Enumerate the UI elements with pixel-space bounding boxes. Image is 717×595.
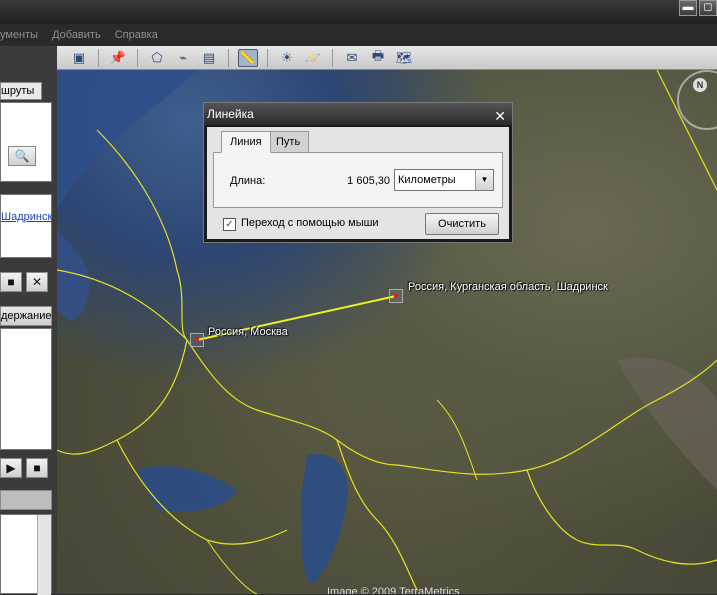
search-results-panel <box>0 102 52 182</box>
ruler-tab-panel: Длина: 1 605,30 Километры ▼ <box>213 152 503 208</box>
path-icon[interactable]: ⌁ <box>173 49 193 67</box>
mouse-navigation-label[interactable]: Переход с помощью мыши <box>241 217 379 229</box>
stop-button[interactable]: ■ <box>0 272 22 292</box>
title-bar: ▬ ◻ <box>0 0 717 24</box>
mouse-navigation-checkbox[interactable]: ✓ <box>223 218 236 231</box>
minimize-button[interactable]: ▬ <box>679 0 697 16</box>
planet-icon[interactable]: 🪐 <box>303 49 323 67</box>
copyright-text: Image © 2009 TerraMetrics <box>327 586 460 594</box>
menu-add[interactable]: Добавить <box>52 29 101 41</box>
overlay-icon[interactable]: ▤ <box>199 49 219 67</box>
length-value: 1 605,30 <box>347 175 390 187</box>
maps-icon[interactable]: 🗺 <box>394 49 414 67</box>
placemark-icon[interactable]: 📌 <box>108 49 128 67</box>
stop-icon: ■ <box>33 461 41 475</box>
layers-header[interactable] <box>0 490 52 510</box>
chevron-down-icon[interactable]: ▼ <box>475 170 493 190</box>
ruler-title-text: Линейка <box>207 107 254 121</box>
ruler-body: Линия Путь Длина: 1 605,30 Километры ▼ ✓… <box>207 127 509 239</box>
routes-tab[interactable]: шруты <box>0 82 42 100</box>
window-controls: ▬ ◻ <box>679 0 717 16</box>
layers-list <box>0 514 52 595</box>
unit-select-value: Километры <box>398 174 456 186</box>
close-icon: ✕ <box>31 275 43 289</box>
tab-line[interactable]: Линия <box>221 131 271 153</box>
sunlight-icon[interactable]: ☀ <box>277 49 297 67</box>
toolbar-separator <box>332 48 333 67</box>
placemark-dot <box>394 294 398 298</box>
layers-panel <box>0 328 52 450</box>
menu-help[interactable]: Справка <box>115 29 158 41</box>
placemark-dot <box>195 338 199 342</box>
tab-path[interactable]: Путь <box>267 131 310 153</box>
content-header[interactable]: держание <box>0 306 52 326</box>
search-button[interactable]: 🔍 <box>8 146 36 166</box>
toolbar-separator <box>137 48 138 67</box>
placemark-moscow[interactable] <box>190 333 204 347</box>
compass-north-icon[interactable]: N <box>693 78 707 92</box>
menu-tools[interactable]: ументы <box>0 29 38 41</box>
play-button[interactable]: ▶ <box>0 458 22 478</box>
placemark-shadrinsk[interactable] <box>389 289 403 303</box>
length-label: Длина: <box>230 175 266 187</box>
place-label-shadrinsk[interactable]: Россия, Курганская область, Шадринск <box>408 281 608 293</box>
place-label-moscow[interactable]: Россия, Москва <box>208 326 288 338</box>
print-icon[interactable]: 🖶 <box>368 48 388 67</box>
toolbar-separator <box>228 48 229 67</box>
sidebar: шруты 🔍 Шадринск ■ ✕ держание ▶ ■ <box>0 46 57 595</box>
toolbar-separator <box>98 48 99 67</box>
menu-bar: ументы Добавить Справка <box>0 24 717 46</box>
play-icon: ▶ <box>6 461 16 475</box>
clear-button[interactable]: Очистить <box>425 213 499 235</box>
sidebar-toggle-icon[interactable]: ▣ <box>69 49 89 67</box>
ruler-icon[interactable]: 📏 <box>238 48 258 67</box>
places-list: Шадринск <box>0 194 52 258</box>
unit-select[interactable]: Километры ▼ <box>394 169 494 191</box>
toolbar: ▣ 📌 ⬠ ⌁ ▤ 📏 ☀ 🪐 ✉ 🖶 🗺 <box>57 46 717 70</box>
toolbar-separator <box>267 48 268 67</box>
ruler-dialog: Линейка ✕ Линия Путь Длина: 1 605,30 Кил… <box>203 102 513 243</box>
maximize-button[interactable]: ◻ <box>699 0 717 16</box>
ruler-title[interactable]: Линейка ✕ <box>204 103 512 125</box>
close-icon[interactable]: ✕ <box>494 105 506 127</box>
scrollbar[interactable] <box>37 515 51 595</box>
stop-icon: ■ <box>7 275 15 289</box>
email-icon[interactable]: ✉ <box>342 49 362 67</box>
place-link-shadrinsk[interactable]: Шадринск <box>1 211 53 223</box>
search-icon: 🔍 <box>14 149 30 163</box>
close-button[interactable]: ✕ <box>26 272 48 292</box>
stop-tour-button[interactable]: ■ <box>26 458 48 478</box>
polygon-icon[interactable]: ⬠ <box>147 49 167 67</box>
